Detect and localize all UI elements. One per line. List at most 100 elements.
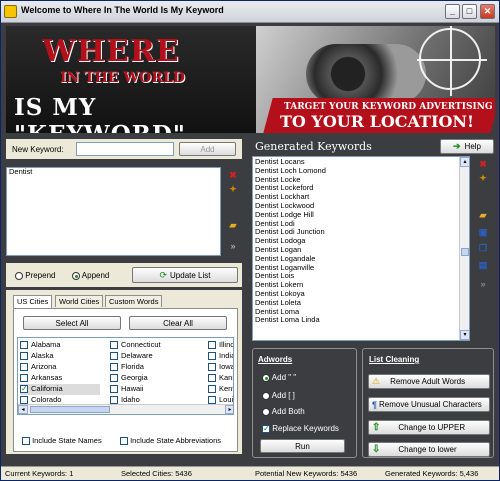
export-icon[interactable]: ▤ bbox=[478, 260, 488, 270]
more-icon[interactable]: » bbox=[228, 241, 238, 251]
state-checkbox-item[interactable]: Alabama bbox=[20, 340, 100, 351]
state-checkbox-item[interactable]: Arizona bbox=[20, 362, 100, 373]
help-button[interactable]: ➔ Help bbox=[440, 139, 494, 154]
scroll-right-icon[interactable]: ▸ bbox=[225, 405, 233, 414]
maximize-button[interactable]: □ bbox=[462, 4, 477, 19]
change-to-upper-button[interactable]: ⇧ Change to UPPER bbox=[368, 420, 490, 435]
keyword-list[interactable]: Dentist bbox=[6, 167, 221, 256]
scroll-down-icon[interactable]: ▾ bbox=[460, 330, 469, 340]
status-current-keywords: Current Keywords: 1 bbox=[5, 469, 74, 478]
banner-line1: WHERE bbox=[42, 34, 180, 69]
banner-right: TARGET YOUR KEYWORD ADVERTISING TO YOUR … bbox=[256, 26, 495, 133]
state-label: Idaho bbox=[121, 395, 140, 404]
delete-generated-icon[interactable]: ✖ bbox=[478, 159, 488, 169]
close-button[interactable]: ✕ bbox=[480, 4, 495, 19]
more-generated-icon[interactable]: » bbox=[478, 279, 488, 289]
checkbox-icon[interactable] bbox=[110, 396, 118, 405]
states-checklist[interactable]: Alabama Alaska Arizona Arkansas ✓ California C… bbox=[17, 337, 234, 415]
run-button[interactable]: Run bbox=[260, 439, 345, 453]
state-checkbox-item[interactable]: Kentu bbox=[208, 384, 233, 395]
state-label: Arizona bbox=[31, 362, 57, 371]
add-brackets-radio[interactable]: Add [ ] bbox=[262, 391, 295, 400]
generated-keywords-list[interactable]: Dentist Locans Dentist Loch Lomond Dentist… bbox=[252, 156, 470, 341]
checkbox-icon[interactable] bbox=[208, 385, 216, 394]
refresh-icon: ⟳ bbox=[159, 269, 168, 280]
clean-generated-icon[interactable]: ✦ bbox=[478, 173, 488, 183]
help-icon: ➔ bbox=[453, 141, 461, 151]
scroll-up-icon[interactable]: ▴ bbox=[460, 157, 469, 167]
checkbox-icon[interactable] bbox=[208, 374, 216, 383]
remove-adult-words-button[interactable]: ⚠ Remove Adult Words bbox=[368, 374, 490, 389]
state-checkbox-item[interactable]: Connecticut bbox=[110, 340, 190, 351]
replace-keywords-checkbox[interactable]: ✓ Replace Keywords bbox=[262, 424, 339, 433]
include-state-names-checkbox[interactable]: Include State Names bbox=[22, 436, 102, 446]
status-generated-keywords: Generated Keywords: 5,436 bbox=[385, 469, 479, 478]
state-checkbox-item[interactable]: Florida bbox=[110, 362, 190, 373]
add-quotes-label: Add " " bbox=[271, 373, 297, 382]
new-keyword-input[interactable] bbox=[76, 142, 174, 156]
state-checkbox-item[interactable]: Delaware bbox=[110, 351, 190, 362]
change-to-lower-button[interactable]: ⇩ Change to lower bbox=[368, 442, 490, 457]
states-hscrollbar[interactable]: ◂ ▸ bbox=[18, 404, 233, 414]
banner: WHERE IN THE WORLD IS MY "KEYWORD" TARGE… bbox=[6, 26, 495, 133]
state-checkbox-item[interactable]: Indian bbox=[208, 351, 233, 362]
checkbox-icon[interactable] bbox=[110, 385, 118, 394]
tab-world-cities[interactable]: World Cities bbox=[55, 295, 104, 307]
open-folder-icon[interactable]: ▰ bbox=[228, 220, 238, 230]
state-checkbox-item[interactable]: Hawaii bbox=[110, 384, 190, 395]
checkbox-icon[interactable] bbox=[20, 374, 28, 383]
state-checkbox-item[interactable]: Georgia bbox=[110, 373, 190, 384]
append-radio[interactable]: Append bbox=[72, 271, 109, 280]
state-checkbox-item[interactable]: ✓ California bbox=[20, 384, 100, 395]
tab-us-cities[interactable]: US Cities bbox=[13, 295, 53, 308]
checkbox-icon[interactable] bbox=[208, 341, 216, 350]
checkbox-icon[interactable] bbox=[208, 352, 216, 361]
add-both-radio[interactable]: Add Both bbox=[262, 407, 305, 416]
prepend-label: Prepend bbox=[25, 271, 56, 280]
states-hscroll-thumb[interactable] bbox=[30, 406, 110, 413]
prepend-radio[interactable]: Prepend bbox=[15, 271, 55, 280]
checkbox-icon[interactable] bbox=[208, 363, 216, 372]
checkbox-icon[interactable] bbox=[20, 396, 28, 405]
replace-keywords-label: Replace Keywords bbox=[272, 424, 339, 433]
save-icon[interactable]: ▣ bbox=[478, 227, 488, 237]
generated-keyword-item[interactable]: Dentist Loma Linda bbox=[253, 316, 469, 325]
open-folder-generated-icon[interactable]: ▰ bbox=[478, 210, 488, 220]
state-checkbox-item[interactable]: Arkansas bbox=[20, 373, 100, 384]
delete-icon[interactable]: ✖ bbox=[228, 170, 238, 180]
state-label: California bbox=[31, 384, 63, 393]
checkbox-icon[interactable] bbox=[110, 341, 118, 350]
checkbox-icon[interactable] bbox=[20, 363, 28, 372]
clean-icon[interactable]: ✦ bbox=[228, 184, 238, 194]
main-window: Welcome to Where In The World Is My Keyw… bbox=[0, 0, 500, 481]
scroll-left-icon[interactable]: ◂ bbox=[18, 405, 28, 414]
checkbox-icon[interactable] bbox=[110, 374, 118, 383]
add-keyword-button[interactable]: Add bbox=[179, 142, 236, 156]
state-checkbox-item[interactable]: Iowa bbox=[208, 362, 233, 373]
checkbox-icon[interactable] bbox=[20, 352, 28, 361]
generated-vscrollbar[interactable]: ▴ ▾ bbox=[459, 157, 469, 340]
keyword-list-item[interactable]: Dentist bbox=[7, 168, 220, 177]
title-bar: Welcome to Where In The World Is My Keyw… bbox=[1, 1, 499, 23]
state-checkbox-item[interactable]: Kansa bbox=[208, 373, 233, 384]
checkbox-icon[interactable] bbox=[110, 352, 118, 361]
state-label: Connecticut bbox=[121, 340, 161, 349]
state-label: Louisi bbox=[219, 395, 234, 404]
checkbox-icon[interactable] bbox=[110, 363, 118, 372]
select-all-button[interactable]: Select All bbox=[23, 316, 121, 330]
remove-unusual-characters-button[interactable]: ¶ Remove Unusual Characters bbox=[368, 397, 490, 412]
include-state-abbrev-checkbox[interactable]: Include State Abbreviations bbox=[120, 436, 221, 446]
tab-custom-words[interactable]: Custom Words bbox=[105, 295, 163, 307]
arrow-up-icon: ⇧ bbox=[372, 422, 381, 433]
state-checkbox-item[interactable]: Illinois bbox=[208, 340, 233, 351]
clear-all-button[interactable]: Clear All bbox=[129, 316, 227, 330]
state-checkbox-item[interactable]: Alaska bbox=[20, 351, 100, 362]
update-list-button[interactable]: ⟳ Update List bbox=[132, 267, 238, 283]
copy-icon[interactable]: ❐ bbox=[478, 243, 488, 253]
checkbox-icon[interactable] bbox=[20, 341, 28, 350]
checkbox-icon[interactable] bbox=[208, 396, 216, 405]
add-quotes-radio[interactable]: Add " " bbox=[262, 373, 296, 382]
minimize-button[interactable]: _ bbox=[445, 4, 460, 19]
checkbox-icon[interactable]: ✓ bbox=[20, 385, 28, 394]
generated-vscroll-thumb[interactable] bbox=[461, 248, 469, 256]
